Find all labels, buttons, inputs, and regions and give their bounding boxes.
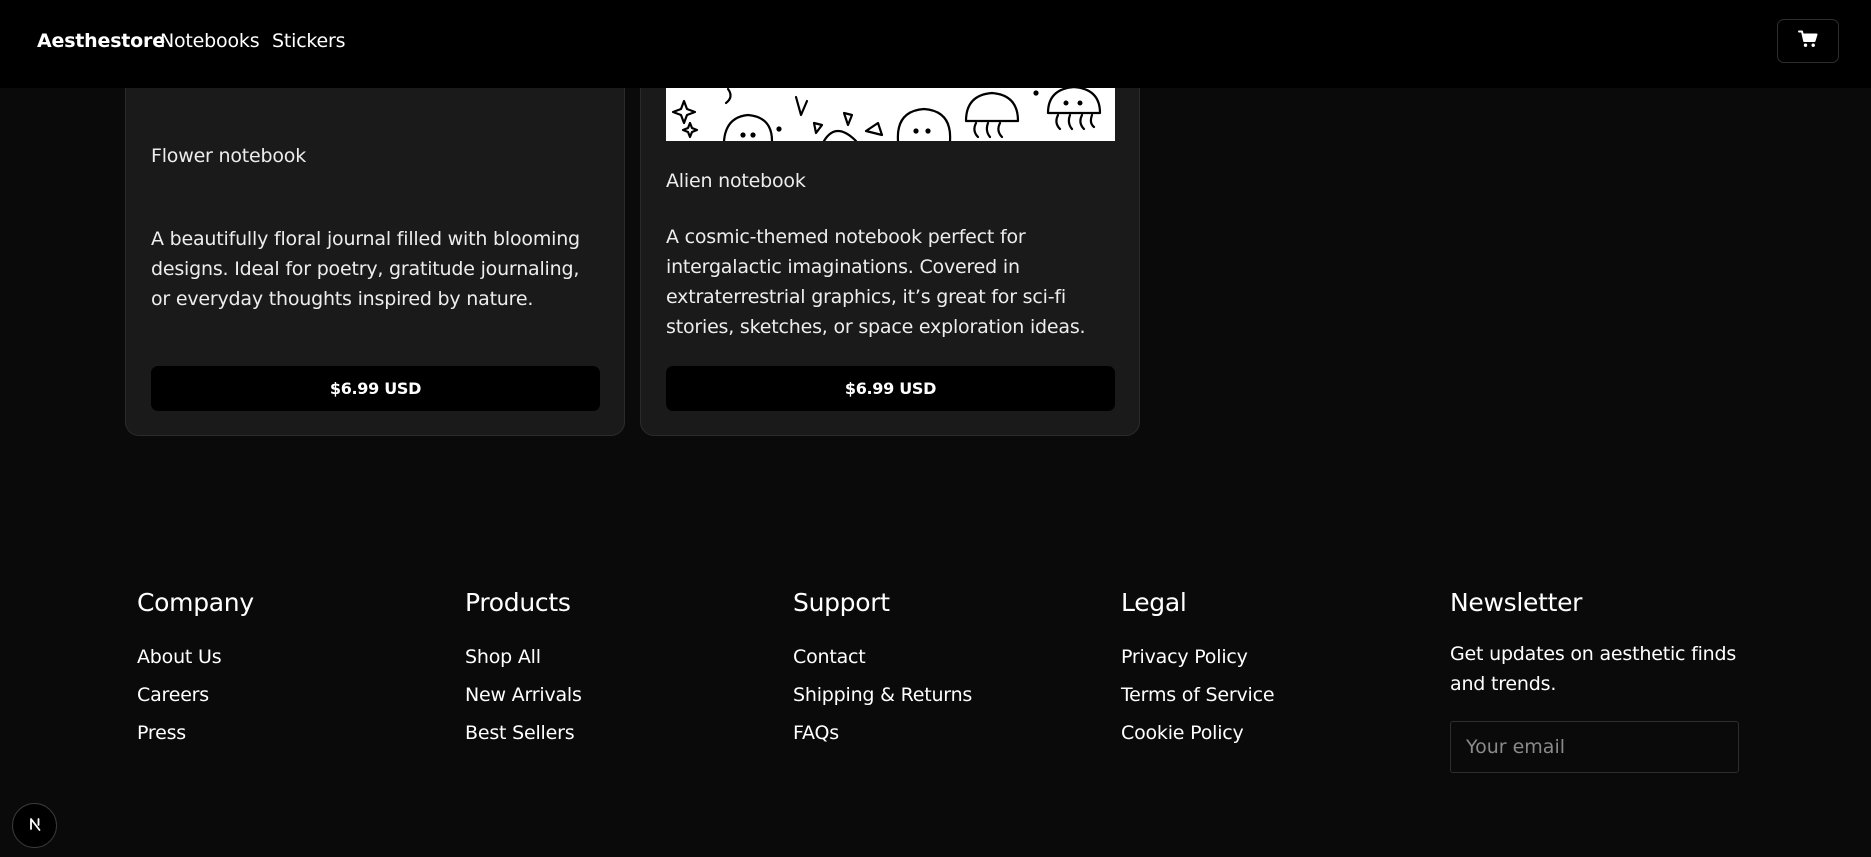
product-title: Flower notebook xyxy=(151,145,307,167)
footer-link-best-sellers[interactable]: Best Sellers xyxy=(465,713,582,753)
footer-heading: Company xyxy=(137,588,254,617)
footer-heading: Newsletter xyxy=(1450,588,1583,617)
nav-link-notebooks[interactable]: Notebooks xyxy=(160,30,260,52)
price-button[interactable]: $6.99 USD xyxy=(151,366,600,411)
footer-heading: Legal xyxy=(1121,588,1187,617)
footer-heading: Products xyxy=(465,588,571,617)
product-description: A cosmic-themed notebook perfect for int… xyxy=(666,226,1086,338)
footer-column-products: Products Shop All New Arrivals Best Sell… xyxy=(465,585,582,753)
cart-button[interactable] xyxy=(1777,19,1839,63)
footer-link-terms-of-service[interactable]: Terms of Service xyxy=(1121,675,1275,715)
nextjs-logo-icon xyxy=(23,812,47,840)
product-card-alien[interactable]: Alien notebook A cosmic-themed notebook … xyxy=(640,30,1140,436)
newsletter-description: Get updates on aesthetic finds and trend… xyxy=(1450,643,1737,695)
product-description: A beautifully floral journal filled with… xyxy=(151,228,580,310)
newsletter-email-input[interactable] xyxy=(1450,721,1739,773)
nav-link-stickers[interactable]: Stickers xyxy=(272,30,346,52)
footer-link-faqs[interactable]: FAQs xyxy=(793,713,972,753)
brand-logo-link[interactable]: Aesthestore xyxy=(37,30,165,52)
footer-link-cookie-policy[interactable]: Cookie Policy xyxy=(1121,713,1274,753)
footer-link-careers[interactable]: Careers xyxy=(137,675,254,715)
nextjs-dev-badge[interactable] xyxy=(12,803,57,848)
site-header: Aesthestore Notebooks Stickers xyxy=(0,0,1871,88)
footer-column-newsletter: Newsletter Get updates on aesthetic find… xyxy=(1450,585,1750,699)
product-card-flower[interactable]: Flower notebook A beautifully floral jou… xyxy=(125,30,625,436)
footer-link-press[interactable]: Press xyxy=(137,713,254,753)
footer-link-privacy-policy[interactable]: Privacy Policy xyxy=(1121,637,1274,677)
footer-link-shipping-returns[interactable]: Shipping & Returns xyxy=(793,675,972,715)
footer-column-support: Support Contact Shipping & Returns FAQs xyxy=(793,585,972,753)
footer-heading: Support xyxy=(793,588,890,617)
footer-link-new-arrivals[interactable]: New Arrivals xyxy=(465,675,582,715)
product-title: Alien notebook xyxy=(666,170,806,192)
shopping-cart-icon xyxy=(1798,30,1818,52)
footer-column-legal: Legal Privacy Policy Terms of Service Co… xyxy=(1121,585,1275,753)
footer-link-about-us[interactable]: About Us xyxy=(137,637,254,677)
price-button[interactable]: $6.99 USD xyxy=(666,366,1115,411)
footer-link-shop-all[interactable]: Shop All xyxy=(465,637,582,677)
footer-column-company: Company About Us Careers Press xyxy=(137,585,254,753)
footer-link-contact[interactable]: Contact xyxy=(793,637,972,677)
